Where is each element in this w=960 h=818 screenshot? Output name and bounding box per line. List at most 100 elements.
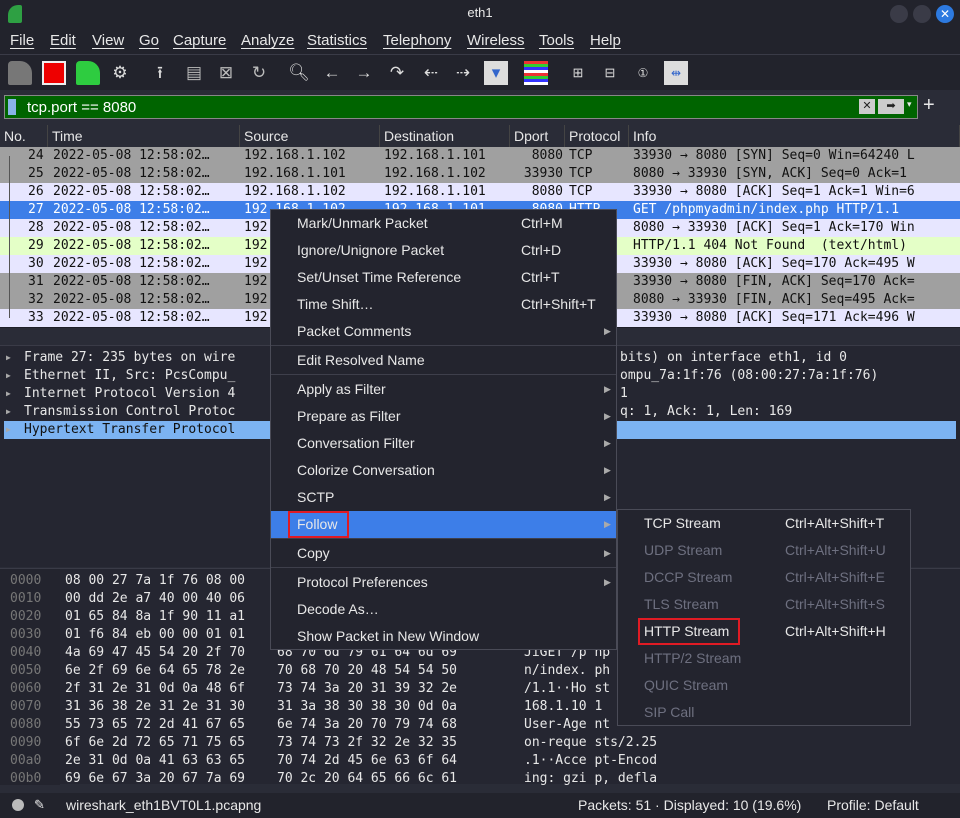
bookmark-icon[interactable] bbox=[8, 99, 16, 115]
menu-go[interactable]: Go bbox=[139, 32, 159, 49]
menu-item-edit-resolved-name[interactable]: Edit Resolved Name bbox=[271, 347, 616, 374]
menu-edit[interactable]: Edit bbox=[50, 32, 76, 49]
packet-info: 33930 → 8080 [ACK] Seq=171 Ack=496 W bbox=[633, 310, 915, 325]
title-bar: eth1 ✕ bbox=[0, 0, 960, 28]
reload-file-icon[interactable]: ↻ bbox=[247, 61, 271, 85]
packet-no: 33 bbox=[28, 310, 44, 325]
menu-item-set-unset-time-reference[interactable]: Set/Unset Time Reference Ctrl+T bbox=[271, 264, 616, 291]
menu-view[interactable]: View bbox=[92, 32, 124, 49]
menu-help[interactable]: Help bbox=[590, 32, 621, 49]
column-header-dport[interactable]: Dport bbox=[510, 125, 565, 147]
submenu-item-http-stream[interactable]: HTTP Stream Ctrl+Alt+Shift+H bbox=[618, 618, 910, 645]
detail-text: Hypertext Transfer Protocol bbox=[24, 422, 236, 437]
hex-bytes: 2f 31 2e 31 0d 0a 48 6f bbox=[65, 681, 246, 696]
expand-arrow-icon[interactable]: ▶ bbox=[6, 367, 11, 385]
hex-offset: 0040 bbox=[10, 645, 42, 660]
packet-row[interactable]: 24 2022-05-08 12:58:02… 192.168.1.102 192.1… bbox=[0, 147, 960, 165]
packet-row[interactable]: 26 2022-05-08 12:58:02… 192.168.1.102 192.1… bbox=[0, 183, 960, 201]
start-capture-icon[interactable] bbox=[8, 61, 32, 85]
minimize-button[interactable] bbox=[890, 5, 908, 23]
menu-item-label: Decode As… bbox=[297, 601, 379, 617]
menu-wireless[interactable]: Wireless bbox=[467, 32, 525, 49]
column-header-info[interactable]: Info bbox=[629, 125, 960, 147]
packet-info: 33930 → 8080 [SYN] Seq=0 Win=64240 L bbox=[633, 148, 915, 163]
menu-item-conversation-filter[interactable]: Conversation Filter ▶ bbox=[271, 430, 616, 457]
column-header-protocol[interactable]: Protocol bbox=[565, 125, 629, 147]
zoom-out-icon[interactable]: ⊟ bbox=[598, 61, 622, 85]
hex-ascii: /1.1··Ho st bbox=[524, 681, 611, 696]
packet-count: Packets: 51 · Displayed: 10 (19.6%) bbox=[578, 797, 802, 813]
clear-filter-icon[interactable]: ✕ bbox=[859, 99, 875, 114]
display-filter-input[interactable]: tcp.port == 8080 ✕ ➡ ▾ bbox=[4, 95, 918, 119]
submenu-item-tcp-stream[interactable]: TCP Stream Ctrl+Alt+Shift+T bbox=[618, 510, 910, 537]
close-button[interactable]: ✕ bbox=[936, 5, 954, 23]
packet-dport: 8080 bbox=[531, 184, 563, 199]
go-forward-icon[interactable]: → bbox=[352, 61, 376, 85]
filter-dropdown-icon[interactable]: ▾ bbox=[907, 99, 912, 110]
restart-capture-icon[interactable] bbox=[76, 61, 100, 85]
menu-item-apply-as-filter[interactable]: Apply as Filter ▶ bbox=[271, 376, 616, 403]
normal-size-icon[interactable]: ① bbox=[631, 61, 655, 85]
menu-item-copy[interactable]: Copy ▶ bbox=[271, 540, 616, 567]
menu-file[interactable]: File bbox=[10, 32, 34, 49]
menu-item-follow[interactable]: Follow ▶ bbox=[271, 511, 616, 538]
menu-item-sctp[interactable]: SCTP ▶ bbox=[271, 484, 616, 511]
menu-capture[interactable]: Capture bbox=[173, 32, 226, 49]
menu-telephony[interactable]: Telephony bbox=[383, 32, 451, 49]
zoom-in-icon[interactable]: ⊞ bbox=[566, 61, 590, 85]
packet-destination: 192.168.1.102 bbox=[384, 166, 486, 181]
maximize-button[interactable] bbox=[913, 5, 931, 23]
open-file-icon[interactable]: ⭱ bbox=[148, 61, 172, 85]
menu-item-protocol-preferences[interactable]: Protocol Preferences ▶ bbox=[271, 569, 616, 596]
packet-source: 192 bbox=[244, 274, 268, 289]
column-header-time[interactable]: Time bbox=[48, 125, 240, 147]
menu-item-decode-as[interactable]: Decode As… bbox=[271, 596, 616, 623]
menu-item-prepare-as-filter[interactable]: Prepare as Filter ▶ bbox=[271, 403, 616, 430]
hex-ascii: n/index. ph bbox=[524, 663, 611, 678]
submenu-item-shortcut: Ctrl+Alt+Shift+U bbox=[785, 542, 886, 558]
expand-arrow-icon[interactable]: ▶ bbox=[6, 349, 11, 367]
menu-item-show-packet-in-new-window[interactable]: Show Packet in New Window bbox=[271, 623, 616, 650]
packet-time: 2022-05-08 12:58:02… bbox=[53, 166, 210, 181]
expand-arrow-icon[interactable]: ▶ bbox=[6, 385, 11, 403]
expand-arrow-icon[interactable]: ▶ bbox=[6, 403, 11, 421]
profile-label[interactable]: Profile: Default bbox=[827, 797, 919, 813]
hex-bytes: 6f 6e 2d 72 65 71 75 65 bbox=[65, 735, 246, 750]
go-back-icon[interactable]: ← bbox=[320, 61, 344, 85]
menu-item-time-shift[interactable]: Time Shift… Ctrl+Shift+T bbox=[271, 291, 616, 318]
packet-no: 30 bbox=[28, 256, 44, 271]
apply-filter-icon[interactable]: ➡ bbox=[878, 99, 904, 114]
find-packet-icon[interactable]: 🔍︎ bbox=[287, 61, 311, 85]
column-header-destination[interactable]: Destination bbox=[380, 125, 510, 147]
column-header-no[interactable]: No. bbox=[0, 125, 48, 147]
expert-info-icon[interactable] bbox=[12, 799, 24, 811]
menu-tools[interactable]: Tools bbox=[539, 32, 574, 49]
add-filter-button[interactable]: + bbox=[923, 94, 935, 117]
expand-arrow-icon[interactable]: ▶ bbox=[6, 421, 11, 439]
autoscroll-icon[interactable]: ▾ bbox=[484, 61, 508, 85]
capture-options-icon[interactable]: ⚙ bbox=[108, 61, 132, 85]
menu-item-packet-comments[interactable]: Packet Comments ▶ bbox=[271, 318, 616, 345]
close-file-icon[interactable]: ⊠ bbox=[214, 61, 238, 85]
go-to-packet-icon[interactable]: ↷ bbox=[385, 61, 409, 85]
packet-row[interactable]: 25 2022-05-08 12:58:02… 192.168.1.101 192.1… bbox=[0, 165, 960, 183]
hex-bytes: 6e 74 3a 20 70 79 74 68 bbox=[277, 717, 458, 732]
colorize-icon[interactable] bbox=[524, 61, 548, 85]
menu-statistics[interactable]: Statistics bbox=[307, 32, 367, 49]
menu-separator bbox=[271, 345, 616, 346]
resize-columns-icon[interactable]: ⇹ bbox=[664, 61, 688, 85]
menu-item-colorize-conversation[interactable]: Colorize Conversation ▶ bbox=[271, 457, 616, 484]
menu-item-ignore-unignore-packet[interactable]: Ignore/Unignore Packet Ctrl+D bbox=[271, 237, 616, 264]
last-packet-icon[interactable]: ⇢ bbox=[451, 61, 475, 85]
capture-comment-icon[interactable]: ✎ bbox=[34, 797, 45, 813]
submenu-item-shortcut: Ctrl+Alt+Shift+T bbox=[785, 515, 885, 531]
menu-analyze[interactable]: Analyze bbox=[241, 32, 294, 49]
submenu-item-udp-stream: UDP Stream Ctrl+Alt+Shift+U bbox=[618, 537, 910, 564]
menu-item-mark-unmark-packet[interactable]: Mark/Unmark Packet Ctrl+M bbox=[271, 210, 616, 237]
stop-capture-icon[interactable] bbox=[42, 61, 66, 85]
menu-item-label: Conversation Filter bbox=[297, 435, 415, 451]
packet-time: 2022-05-08 12:58:02… bbox=[53, 310, 210, 325]
column-header-source[interactable]: Source bbox=[240, 125, 380, 147]
first-packet-icon[interactable]: ⇠ bbox=[419, 61, 443, 85]
save-file-icon[interactable]: ▤ bbox=[182, 61, 206, 85]
